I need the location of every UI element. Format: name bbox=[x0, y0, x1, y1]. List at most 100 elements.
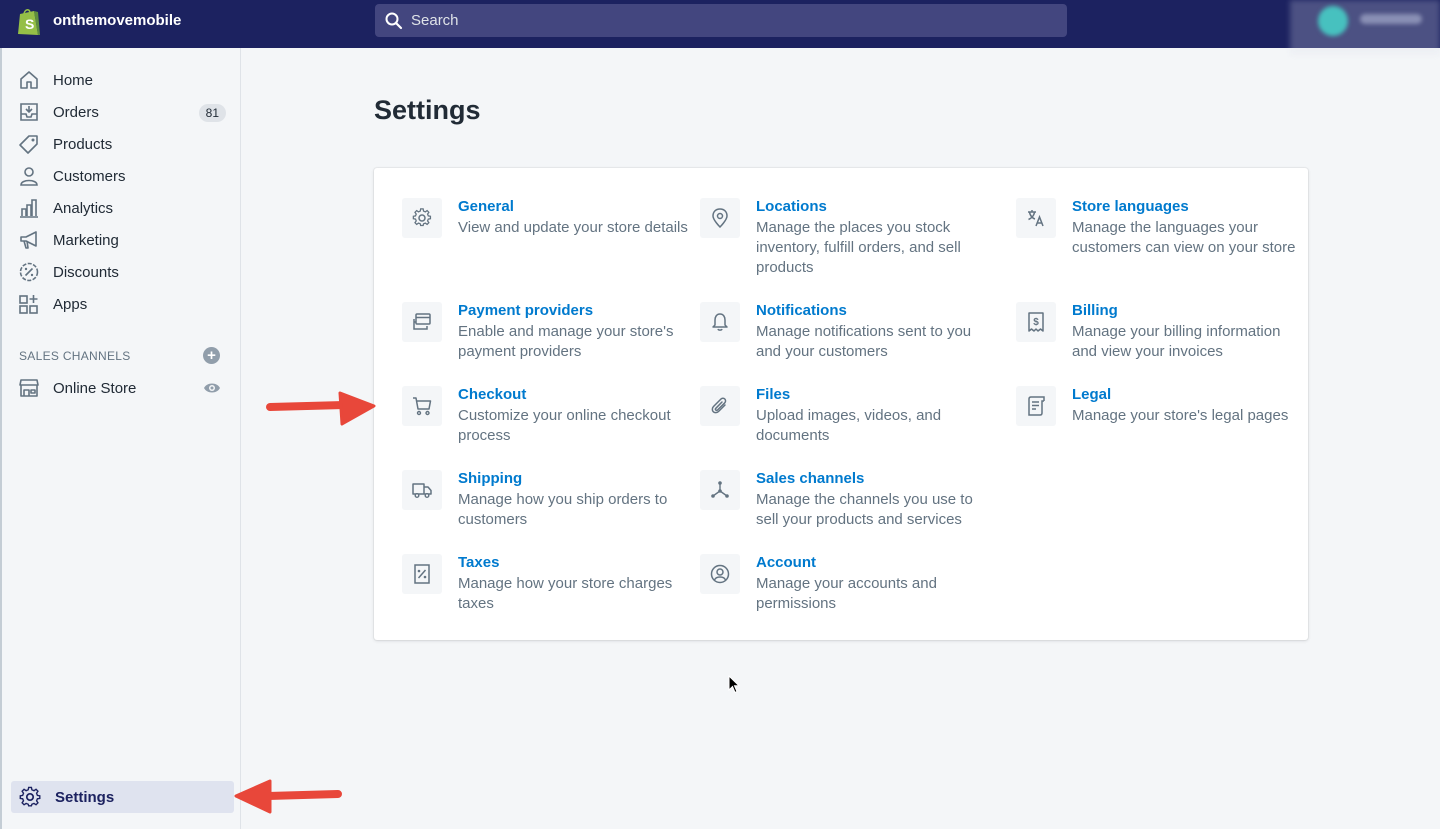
legal-document-icon bbox=[1028, 396, 1045, 416]
settings-label: Settings bbox=[55, 789, 115, 806]
add-sales-channel-button[interactable]: + bbox=[203, 347, 220, 364]
user-menu-area[interactable] bbox=[1290, 0, 1440, 55]
setting-icon-box bbox=[1016, 198, 1056, 238]
avatar[interactable] bbox=[1318, 6, 1348, 36]
sidebar-item-label: Discounts bbox=[53, 264, 119, 281]
setting-name[interactable]: Store languages bbox=[1072, 198, 1189, 215]
setting-icon-box bbox=[402, 554, 442, 594]
user-name-blurred[interactable] bbox=[1360, 14, 1422, 24]
setting-icon-box bbox=[1016, 386, 1056, 426]
setting-icon-box bbox=[700, 554, 740, 594]
gear-icon bbox=[412, 208, 432, 227]
apps-grid-icon bbox=[19, 295, 38, 314]
setting-description: Manage how your store charges taxes bbox=[458, 575, 673, 612]
setting-sales-channels[interactable]: Sales channels Manage the channels you u… bbox=[700, 470, 973, 530]
setting-name[interactable]: Locations bbox=[756, 198, 827, 215]
setting-name[interactable]: Files bbox=[756, 386, 790, 403]
setting-legal[interactable]: Legal Manage your store's legal pages bbox=[1016, 386, 1288, 446]
store-name[interactable]: onthemovemobile bbox=[53, 12, 181, 29]
setting-general[interactable]: General View and update your store detai… bbox=[402, 198, 688, 278]
account-circle-icon bbox=[710, 564, 730, 584]
setting-icon-box bbox=[402, 386, 442, 426]
setting-name[interactable]: Shipping bbox=[458, 470, 522, 487]
setting-icon-box: $ bbox=[1016, 302, 1056, 342]
sidebar-item-home[interactable]: Home bbox=[16, 65, 230, 95]
setting-description: Manage the places you stock inventory, f… bbox=[756, 219, 961, 276]
truck-icon bbox=[412, 483, 432, 498]
setting-icon-box bbox=[700, 302, 740, 342]
setting-name[interactable]: Taxes bbox=[458, 554, 499, 571]
setting-name[interactable]: Sales channels bbox=[756, 470, 864, 487]
search-input[interactable] bbox=[411, 4, 1051, 37]
svg-text:$: $ bbox=[1033, 317, 1039, 328]
sidebar-item-label: Marketing bbox=[53, 232, 119, 249]
setting-description: Customize your online checkout process bbox=[458, 407, 671, 444]
setting-store-languages[interactable]: Store languages Manage the languages you… bbox=[1016, 198, 1295, 278]
sidebar-item-customers[interactable]: Customers bbox=[16, 161, 230, 191]
setting-icon-box bbox=[700, 470, 740, 510]
sidebar-item-products[interactable]: Products bbox=[16, 129, 230, 159]
sidebar-item-discounts[interactable]: Discounts bbox=[16, 257, 230, 287]
shopify-logo-icon[interactable]: S bbox=[16, 7, 42, 37]
discount-icon bbox=[19, 262, 39, 282]
setting-description: Manage the channels you use to sell your… bbox=[756, 491, 973, 528]
sidebar-item-online-store[interactable]: Online Store bbox=[16, 373, 230, 403]
sidebar-item-orders[interactable]: Orders 81 bbox=[16, 97, 230, 127]
setting-name[interactable]: Account bbox=[756, 554, 816, 571]
setting-files[interactable]: Files Upload images, videos, and documen… bbox=[700, 386, 970, 446]
cart-icon bbox=[413, 397, 432, 416]
gear-icon bbox=[19, 786, 41, 807]
setting-locations[interactable]: Locations Manage the places you stock in… bbox=[700, 198, 970, 278]
setting-shipping[interactable]: Shipping Manage how you ship orders to c… bbox=[402, 470, 672, 530]
setting-name[interactable]: Legal bbox=[1072, 386, 1111, 403]
sidebar-item-marketing[interactable]: Marketing bbox=[16, 225, 230, 255]
setting-name[interactable]: Checkout bbox=[458, 386, 526, 403]
setting-name[interactable]: Notifications bbox=[756, 302, 847, 319]
setting-billing[interactable]: $ Billing Manage your billing informatio… bbox=[1016, 302, 1286, 362]
megaphone-icon bbox=[20, 231, 37, 249]
sidebar-item-label: Analytics bbox=[53, 200, 114, 217]
translate-icon bbox=[1028, 210, 1044, 227]
setting-account[interactable]: Account Manage your accounts and permiss… bbox=[700, 554, 970, 614]
setting-checkout[interactable]: Checkout Customize your online checkout … bbox=[402, 386, 672, 446]
sidebar-item-settings[interactable]: Settings bbox=[11, 781, 234, 813]
search-icon bbox=[385, 12, 403, 30]
setting-icon-box bbox=[700, 386, 740, 426]
setting-icon-box bbox=[700, 198, 740, 238]
search-bar[interactable] bbox=[375, 4, 1067, 37]
store-icon bbox=[19, 379, 39, 397]
setting-payment-providers[interactable]: Payment providers Enable and manage your… bbox=[402, 302, 674, 362]
paperclip-icon bbox=[711, 397, 727, 414]
tag-icon bbox=[19, 135, 38, 154]
sidebar-item-label: Products bbox=[53, 136, 113, 153]
setting-notifications[interactable]: Notifications Manage notifications sent … bbox=[700, 302, 971, 362]
sidebar-item-label: Home bbox=[53, 72, 94, 89]
setting-description: Manage notifications sent to you and you… bbox=[756, 323, 972, 360]
sidebar-item-analytics[interactable]: Analytics bbox=[16, 193, 230, 223]
setting-icon-box bbox=[402, 198, 442, 238]
setting-taxes[interactable]: Taxes Manage how your store charges taxe… bbox=[402, 554, 672, 614]
settings-card: General View and update your store detai… bbox=[374, 168, 1308, 640]
setting-description: Manage your billing information and view… bbox=[1072, 323, 1281, 360]
setting-name[interactable]: Payment providers bbox=[458, 302, 593, 319]
location-pin-icon bbox=[712, 208, 728, 228]
sidebar-item-label: Apps bbox=[53, 296, 88, 313]
home-icon bbox=[20, 71, 38, 89]
setting-description: Enable and manage your store's payment p… bbox=[458, 323, 674, 360]
sidebar: Home Orders 81 Products Customers Analyt… bbox=[0, 48, 241, 829]
eye-icon[interactable] bbox=[203, 381, 221, 395]
setting-name[interactable]: Billing bbox=[1072, 302, 1118, 319]
sidebar-item-label: Orders bbox=[53, 104, 99, 121]
invoice-dollar-icon: $ bbox=[1028, 312, 1044, 332]
annotation-arrow-checkout bbox=[266, 391, 376, 426]
setting-description: Upload images, videos, and documents bbox=[756, 407, 942, 444]
sidebar-item-apps[interactable]: Apps bbox=[16, 289, 230, 319]
setting-description: Manage your accounts and permissions bbox=[756, 575, 937, 612]
setting-name[interactable]: General bbox=[458, 198, 514, 215]
payment-cards-icon bbox=[413, 313, 431, 330]
setting-description: Manage the languages your customers can … bbox=[1072, 219, 1296, 256]
setting-description: Manage your store's legal pages bbox=[1072, 407, 1289, 424]
setting-description: View and update your store details bbox=[458, 219, 688, 236]
setting-icon-box bbox=[402, 302, 442, 342]
svg-text:S: S bbox=[25, 16, 34, 32]
